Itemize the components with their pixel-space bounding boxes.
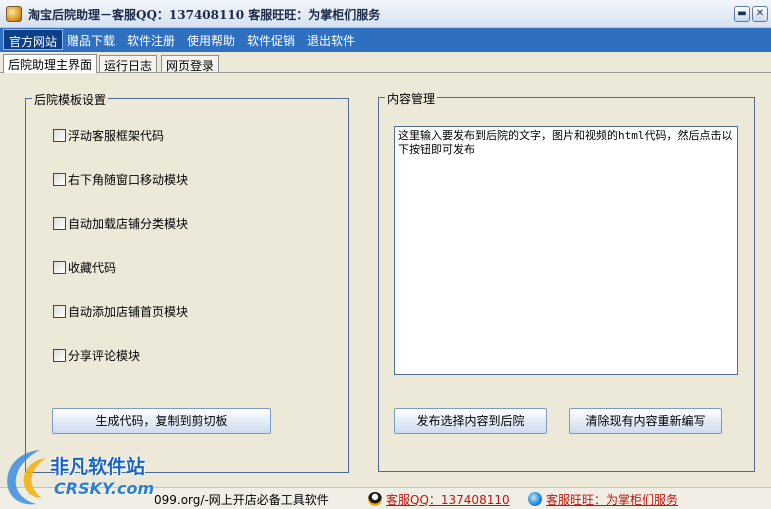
menu-item-exit[interactable]: 退出软件 [307, 32, 355, 49]
menu-item-help[interactable]: 使用帮助 [187, 32, 235, 49]
generate-code-button[interactable]: 生成代码，复制到剪切板 [52, 408, 271, 434]
menu-item-official-site[interactable]: 官方网站 [3, 29, 64, 50]
app-icon [6, 6, 22, 22]
content-textarea[interactable]: 这里输入要发布到后院的文字，图片和视频的html代码，然后点击以下按钮即可发布 [394, 126, 738, 375]
title-bar: 淘宝后院助理－客服QQ：137408110 客服旺旺：为掌柜们服务 ▬ ✕ [0, 0, 771, 28]
close-button[interactable]: ✕ [752, 6, 768, 22]
template-settings-panel: 后院模板设置 浮动客服框架代码 右下角随窗口移动模块 自动加载店铺分类模块 收藏… [25, 91, 349, 473]
menu-item-register[interactable]: 软件注册 [127, 32, 175, 49]
template-settings-legend: 后院模板设置 [32, 91, 109, 108]
status-site-text: 099.org/-网上开店必备工具软件 [154, 493, 329, 507]
option-label: 自动加载店铺分类模块 [68, 217, 189, 231]
content-management-panel: 内容管理 这里输入要发布到后院的文字，图片和视频的html代码，然后点击以下按钮… [378, 90, 755, 472]
option-label: 浮动客服框架代码 [68, 129, 165, 143]
option-label: 分享评论模块 [68, 349, 141, 363]
clear-content-button[interactable]: 清除现有内容重新编写 [569, 408, 722, 434]
tab-web-login[interactable]: 网页登录 [161, 55, 220, 73]
wangwang-contact-link[interactable]: 客服旺旺：为掌柜们服务 [546, 491, 678, 508]
wangwang-icon [528, 492, 542, 506]
minimize-button[interactable]: ▬ [734, 6, 750, 22]
menu-bar: 官方网站 赠品下载 软件注册 使用帮助 软件促销 退出软件 [0, 28, 771, 52]
publish-button[interactable]: 发布选择内容到后院 [394, 408, 547, 434]
checkbox[interactable] [53, 173, 66, 186]
checkbox[interactable] [53, 129, 66, 142]
qq-contact-link[interactable]: 客服QQ：137408110 [386, 491, 510, 508]
watermark-logo: 非凡软件站 CRSKY.com [0, 444, 170, 509]
window-title: 淘宝后院助理－客服QQ：137408110 客服旺旺：为掌柜们服务 [28, 8, 381, 22]
option-label: 自动添加店铺首页模块 [68, 305, 189, 319]
content-management-legend: 内容管理 [385, 90, 438, 107]
tab-run-log[interactable]: 运行日志 [99, 55, 158, 73]
checkbox[interactable] [53, 305, 66, 318]
menu-item-gift-download[interactable]: 赠品下载 [67, 32, 115, 49]
menu-item-promotion[interactable]: 软件促销 [247, 32, 295, 49]
qq-icon [368, 492, 382, 506]
watermark-english: CRSKY.com [54, 479, 155, 498]
tab-main[interactable]: 后院助理主界面 [3, 54, 98, 73]
checkbox[interactable] [53, 261, 66, 274]
option-label: 收藏代码 [68, 261, 117, 275]
option-label: 右下角随窗口移动模块 [68, 173, 189, 187]
checkbox[interactable] [53, 217, 66, 230]
watermark-chinese: 非凡软件站 [50, 456, 146, 478]
checkbox[interactable] [53, 349, 66, 362]
